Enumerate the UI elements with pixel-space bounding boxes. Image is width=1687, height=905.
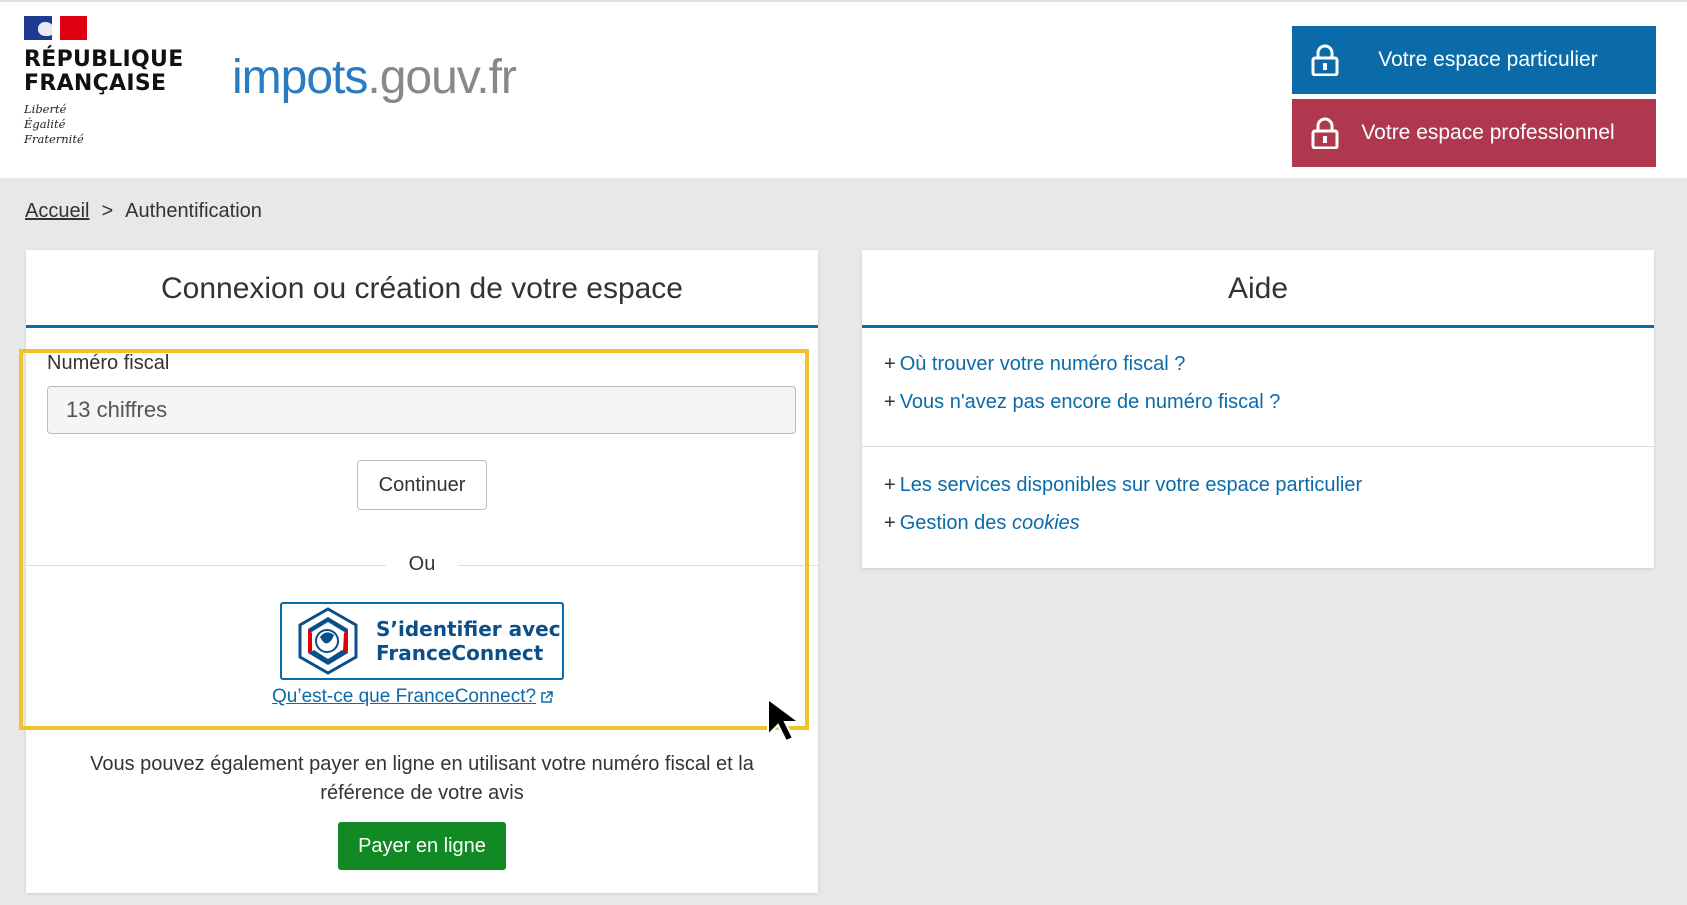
- lock-icon: [1311, 117, 1339, 149]
- espace-particulier-button[interactable]: Votre espace particulier: [1292, 26, 1656, 94]
- help-section-1: + Où trouver votre numéro fiscal ? + Vous …: [862, 345, 1654, 421]
- rf-name: RÉPUBLIQUE FRANÇAISE: [24, 47, 184, 96]
- mouse-cursor-icon: [767, 697, 803, 743]
- login-panel-title: Connexion ou création de votre espace: [26, 250, 818, 328]
- continue-button[interactable]: Continuer: [357, 460, 487, 510]
- republique-francaise-logo[interactable]: RÉPUBLIQUE FRANÇAISE Liberté Égalité Fra…: [24, 16, 184, 147]
- franceconnect-logo-icon: [298, 607, 358, 675]
- help-panel: Aide + Où trouver votre numéro fiscal ? +…: [862, 250, 1654, 568]
- lock-icon: [1311, 44, 1339, 76]
- help-panel-title: Aide: [862, 250, 1654, 328]
- or-separator: Ou: [386, 553, 458, 576]
- numero-fiscal-input[interactable]: [47, 386, 796, 434]
- plus-icon: +: [884, 391, 896, 413]
- pay-info-text: Vous pouvez également payer en ligne en …: [90, 753, 754, 804]
- numero-fiscal-label: Numéro fiscal: [47, 352, 170, 374]
- help-item[interactable]: + Vous n'avez pas encore de numéro fiscal…: [862, 383, 1654, 421]
- french-flag-icon: [24, 16, 87, 40]
- divider: [862, 446, 1654, 447]
- impots-gouv-logo[interactable]: impots.gouv.fr: [232, 50, 517, 105]
- login-panel: Connexion ou création de votre espace Nu…: [26, 250, 818, 893]
- plus-icon: +: [884, 353, 896, 375]
- help-item[interactable]: + Les services disponibles sur votre espa…: [862, 466, 1654, 504]
- rf-motto: Liberté Égalité Fraternité: [24, 102, 84, 146]
- breadcrumb: Accueil > Authentification: [25, 200, 262, 223]
- espace-professionnel-button[interactable]: Votre espace professionnel: [1292, 99, 1656, 167]
- help-item[interactable]: + Où trouver votre numéro fiscal ?: [862, 345, 1654, 383]
- site-header: RÉPUBLIQUE FRANÇAISE Liberté Égalité Fra…: [0, 0, 1687, 178]
- espace-particulier-label: Votre espace particulier: [1378, 48, 1598, 71]
- breadcrumb-home-link[interactable]: Accueil: [25, 200, 89, 223]
- help-section-2: + Les services disponibles sur votre espa…: [862, 466, 1654, 542]
- breadcrumb-separator: >: [101, 200, 114, 222]
- franceconnect-button[interactable]: S’identifier avec FranceConnect: [280, 602, 564, 680]
- pay-online-button[interactable]: Payer en ligne: [338, 822, 506, 870]
- breadcrumb-current: Authentification: [125, 200, 262, 222]
- help-item[interactable]: + Gestion des cookies: [862, 504, 1654, 542]
- what-is-franceconnect-link[interactable]: Qu’est-ce que FranceConnect?: [272, 686, 553, 708]
- plus-icon: +: [884, 474, 896, 496]
- plus-icon: +: [884, 512, 896, 534]
- espace-professionnel-label: Votre espace professionnel: [1361, 121, 1615, 144]
- external-link-icon: [541, 690, 553, 703]
- franceconnect-label: S’identifier avec FranceConnect: [376, 617, 561, 665]
